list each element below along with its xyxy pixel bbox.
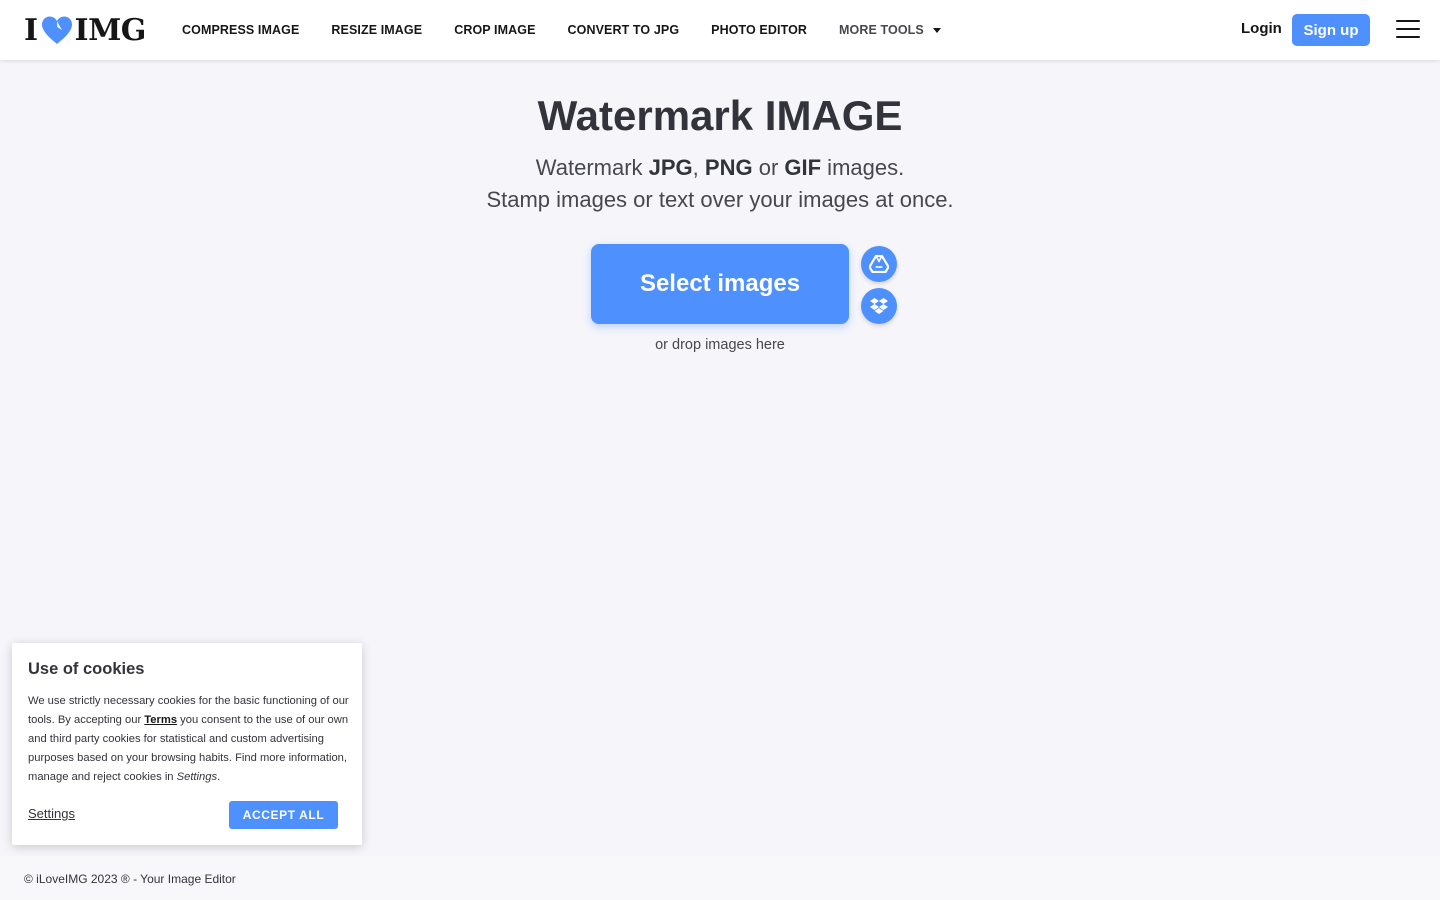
menu-icon-bar [1396, 28, 1420, 30]
google-drive-button[interactable] [861, 246, 897, 282]
main-nav: COMPRESS IMAGE RESIZE IMAGE CROP IMAGE C… [182, 0, 973, 60]
logo[interactable]: I IMG [24, 12, 147, 48]
cookie-title: Use of cookies [28, 660, 145, 678]
page-subtitle: Watermark JPG, PNG or GIF images. Stamp … [0, 152, 1440, 216]
format-png: PNG [704, 155, 753, 180]
more-tools-label: MORE TOOLS [839, 23, 924, 37]
menu-icon[interactable] [1396, 20, 1420, 40]
cookie-text-part: . [217, 771, 221, 783]
subtitle-text: Watermark [535, 155, 649, 180]
menu-icon-bar [1396, 20, 1420, 22]
nav-convert-to-jpg[interactable]: CONVERT TO JPG [568, 23, 680, 37]
heart-icon [41, 16, 72, 44]
nav-crop-image[interactable]: CROP IMAGE [454, 23, 535, 37]
dropbox-button[interactable] [861, 288, 897, 324]
login-link[interactable]: Login [1241, 20, 1282, 37]
cookie-text-settings-ref: Settings [176, 771, 218, 783]
dropbox-icon [870, 298, 888, 314]
signup-button[interactable]: Sign up [1292, 14, 1370, 46]
cookie-settings-link[interactable]: Settings [28, 806, 75, 821]
terms-link[interactable]: Terms [144, 714, 177, 726]
accept-all-button[interactable]: ACCEPT ALL [229, 801, 338, 829]
drop-hint: or drop images here [655, 337, 785, 353]
subtitle-text: images. [821, 155, 905, 180]
format-gif: GIF [784, 155, 822, 180]
chevron-down-icon [932, 27, 941, 33]
subtitle-line-1: Watermark JPG, PNG or GIF images. [0, 152, 1440, 184]
nav-resize-image[interactable]: RESIZE IMAGE [331, 23, 422, 37]
footer-copyright: © iLoveIMG 2023 ® - Your Image Editor [24, 872, 236, 886]
logo-text-left: I [24, 12, 38, 48]
menu-icon-bar [1396, 36, 1420, 38]
nav-compress-image[interactable]: COMPRESS IMAGE [182, 23, 299, 37]
format-jpg: JPG [648, 155, 693, 180]
subtitle-text: or [752, 155, 785, 180]
page-title: Watermark IMAGE [537, 92, 903, 139]
select-images-button[interactable]: Select images [591, 244, 849, 324]
nav-photo-editor[interactable]: PHOTO EDITOR [711, 23, 807, 37]
top-navbar: I IMG COMPRESS IMAGE RESIZE IMAGE CROP I… [0, 0, 1440, 60]
footer: © iLoveIMG 2023 ® - Your Image Editor [0, 856, 1440, 900]
subtitle-line-2: Stamp images or text over your images at… [486, 187, 954, 212]
subtitle-text: , [692, 155, 705, 180]
cookie-text: We use strictly necessary cookies for th… [28, 692, 350, 787]
cookie-banner: Use of cookies We use strictly necessary… [12, 643, 362, 845]
google-drive-icon [869, 255, 889, 273]
nav-more-tools[interactable]: MORE TOOLS [839, 23, 941, 37]
logo-text-right: IMG [74, 12, 147, 48]
